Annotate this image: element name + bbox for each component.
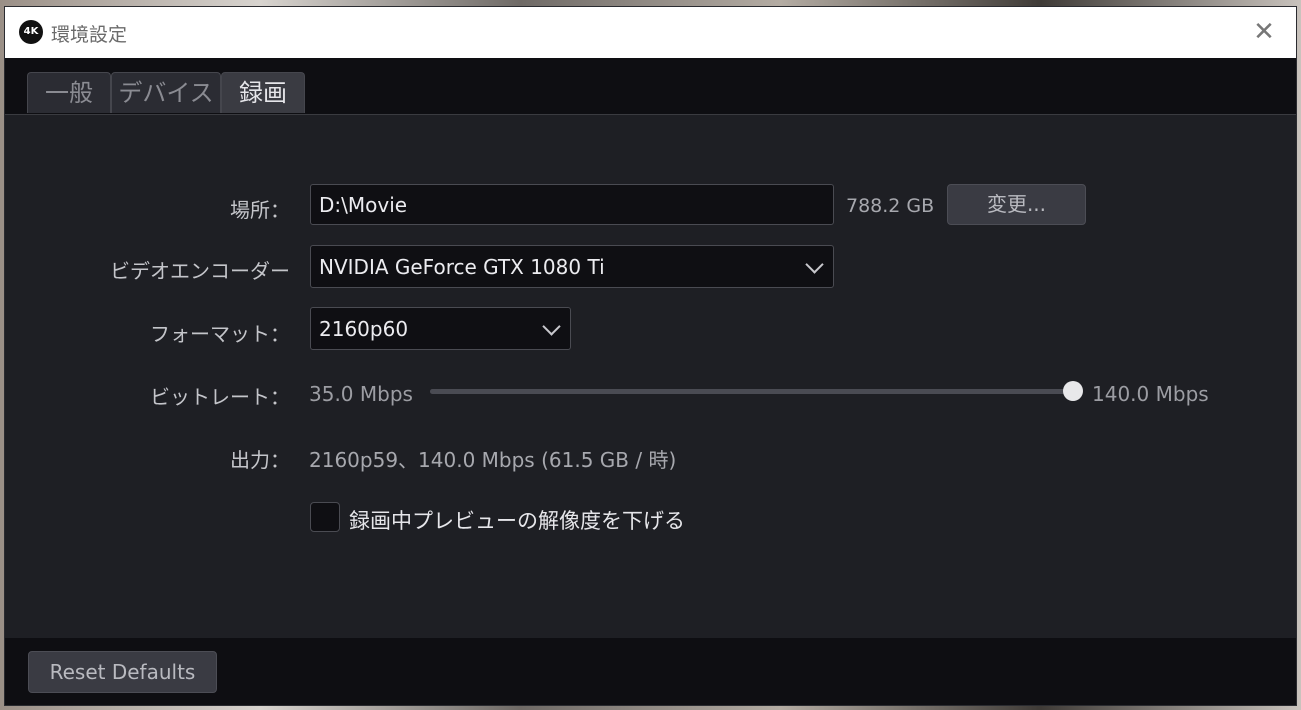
free-space-text: 788.2 GB [846,195,935,217]
reset-defaults-button[interactable]: Reset Defaults [28,651,217,693]
location-label: 場所： [230,198,290,222]
format-value: 2160p60 [319,317,409,341]
encoder-value: NVIDIA GeForce GTX 1080 Ti [319,255,605,279]
location-value: D:\Movie [319,193,408,217]
recording-settings-panel: 場所： D:\Movie 788.2 GB 変更... ビデオエンコーダー NV… [5,115,1296,638]
close-icon[interactable]: ✕ [1250,19,1278,47]
chevron-down-icon [805,255,824,274]
reduce-preview-checkbox[interactable] [310,502,340,532]
encoder-label: ビデオエンコーダー [110,259,290,283]
reduce-preview-label[interactable]: 録画中プレビューの解像度を下げる [349,505,685,535]
format-select[interactable]: 2160p60 [310,307,571,350]
output-value: 2160p59、140.0 Mbps (61.5 GB / 時) [309,448,677,472]
location-field[interactable]: D:\Movie [310,184,834,225]
bitrate-max-label: 140.0 Mbps [1092,382,1209,406]
app-logo-icon: 4K [19,20,43,44]
bitrate-min-label: 35.0 Mbps [309,382,413,406]
footer-bar: Reset Defaults [5,638,1296,705]
format-label: フォーマット： [150,322,290,346]
output-label: 出力： [230,448,290,472]
encoder-select[interactable]: NVIDIA GeForce GTX 1080 Ti [310,245,834,288]
tab-general[interactable]: 一般 [27,72,111,113]
tab-bar: 一般 デバイス 録画 [5,58,1296,115]
slider-fill [430,389,1073,394]
chevron-down-icon [542,317,561,336]
tab-recording[interactable]: 録画 [221,72,305,113]
bitrate-slider[interactable] [430,381,1083,401]
bitrate-label: ビットレート： [150,385,290,409]
window-title: 環境設定 [51,24,128,46]
change-location-button[interactable]: 変更... [947,184,1086,225]
slider-thumb[interactable] [1063,381,1083,401]
preferences-window: 4K 環境設定 ✕ 一般 デバイス 録画 場所： D:\Movie 788.2 … [5,7,1296,705]
title-bar: 4K 環境設定 ✕ [5,7,1296,58]
tab-devices[interactable]: デバイス [111,72,221,113]
